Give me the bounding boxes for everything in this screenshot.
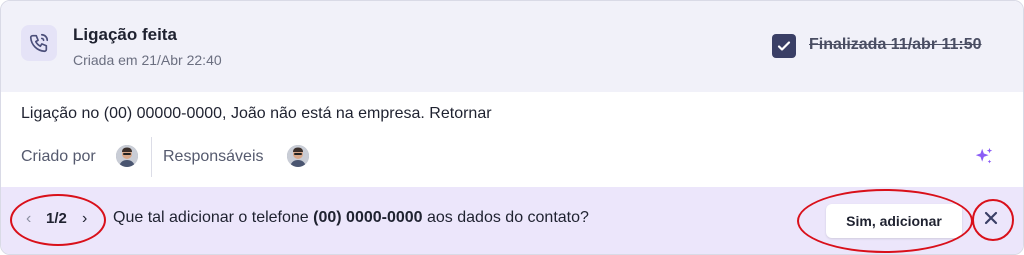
sparkle-icon[interactable] [973, 146, 995, 173]
created-by-label: Criado por [21, 148, 96, 165]
finish-checkbox[interactable] [772, 34, 796, 58]
responsible-avatar[interactable] [287, 145, 309, 167]
responsible-label: Responsáveis [163, 148, 264, 165]
highlight-accept [797, 189, 973, 253]
suggestion-phone: (00) 0000-0000 [313, 209, 423, 226]
finish-status[interactable]: Finalizada 11/abr 11:50 [809, 36, 982, 54]
suggestion-text-after: aos dados do contato? [422, 209, 589, 226]
highlight-pager [10, 194, 106, 246]
suggestion-text: Que tal adicionar o telefone (00) 0000-0… [113, 209, 589, 227]
phone-call-icon [21, 25, 57, 61]
task-created-date: Criada em 21/Abr 22:40 [73, 52, 222, 68]
task-header: Ligação feita Criada em 21/Abr 22:40 Fin… [1, 1, 1023, 92]
suggestion-text-before: Que tal adicionar o telefone [113, 209, 314, 226]
check-icon [777, 41, 791, 51]
highlight-close [972, 199, 1014, 241]
creator-avatar[interactable] [116, 145, 138, 167]
task-title: Ligação feita [73, 25, 177, 44]
meta-divider [151, 137, 152, 177]
task-description: Ligação no (00) 00000-0000, João não est… [21, 105, 492, 122]
